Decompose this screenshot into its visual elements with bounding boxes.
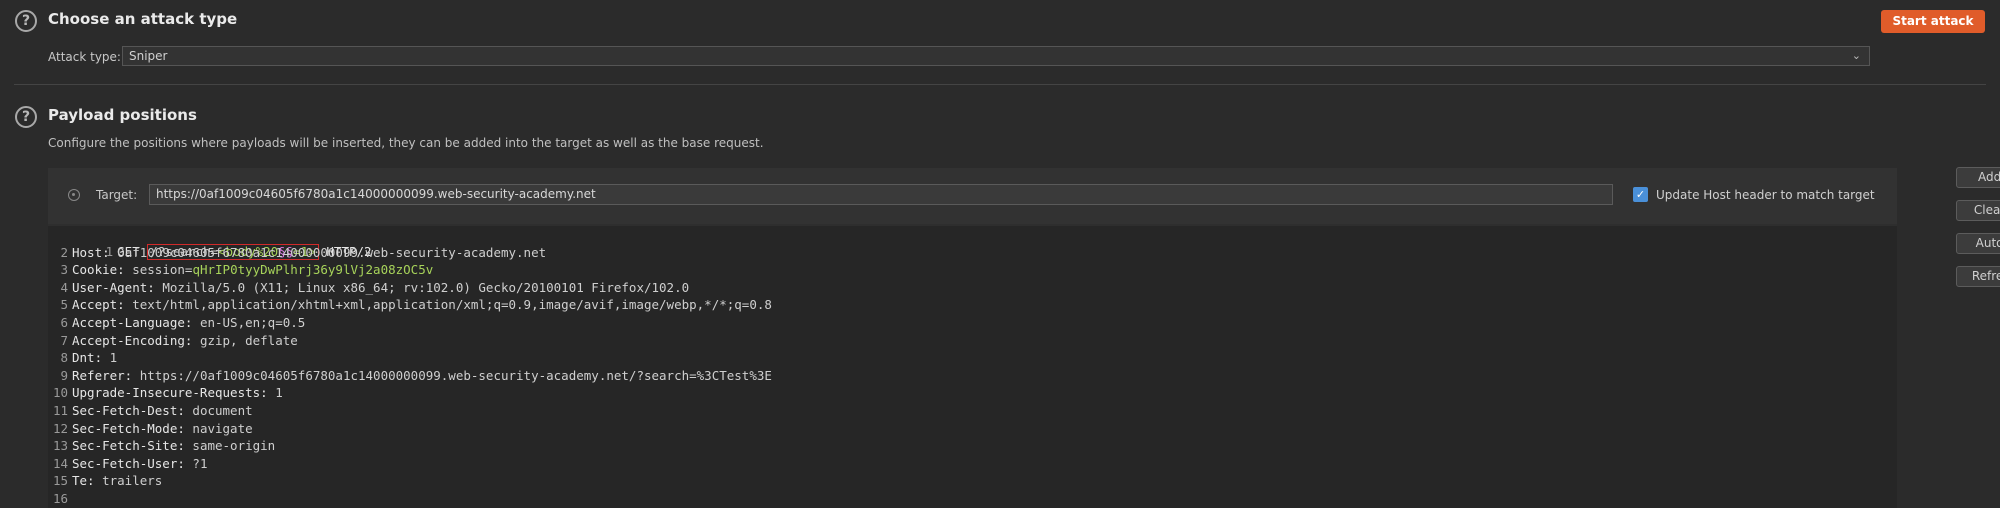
header-value: same-origin xyxy=(192,438,276,454)
header-value: 1 xyxy=(109,350,118,366)
attack-help-icon[interactable]: ? xyxy=(15,10,37,32)
line-number: 12 xyxy=(52,420,68,436)
line-number: 15 xyxy=(52,473,68,489)
header-name: Host: xyxy=(72,244,110,260)
header-value: session= xyxy=(132,262,193,278)
section-divider xyxy=(14,84,1986,85)
header-value: en-US,en;q=0.5 xyxy=(199,315,306,330)
line-number: 9 xyxy=(60,367,68,383)
request-header-line: 11 Sec-Fetch-Dest: document xyxy=(48,402,253,419)
request-header-line: 3 Cookie: session=qHrIP0tyyDwPlhrj36y9lVj… xyxy=(48,261,433,278)
header-name: Upgrade-Insecure-Requests: xyxy=(72,385,268,401)
header-name: User-Agent: xyxy=(72,279,155,295)
line-number: 3 xyxy=(60,262,68,278)
update-host-checkbox[interactable]: ✓ xyxy=(1633,187,1648,202)
request-header-line: 2 Host: 0af1009c04605f6780a1c14000000099.… xyxy=(48,244,546,261)
request-line: 1 GET /?search=<body%20§§=1> HTTP/2 xyxy=(48,226,372,260)
header-value: gzip, deflate xyxy=(199,332,298,348)
header-name: Accept: xyxy=(72,297,125,313)
chevron-down-icon: ⌄ xyxy=(1851,49,1861,62)
header-value: Mozilla/5.0 (X11; Linux x86_64; rv:102.0… xyxy=(162,279,690,295)
request-header-line: 14 Sec-Fetch-User: ?1 xyxy=(48,455,208,472)
line-number: 13 xyxy=(52,438,68,454)
positions-help-icon[interactable]: ? xyxy=(15,106,37,128)
header-value: text/html,application/xhtml+xml,applicat… xyxy=(132,297,772,313)
positions-description: Configure the positions where payloads w… xyxy=(48,136,764,150)
payload-editor: Target: https://0af1009c04605f6780a1c140… xyxy=(48,167,2000,508)
clear-markers-button[interactable]: Clear § xyxy=(1956,200,2000,221)
request-header-line: 4 User-Agent: Mozilla/5.0 (X11; Linux x86… xyxy=(48,279,689,296)
line-number: 11 xyxy=(52,403,68,418)
header-name: Sec-Fetch-Site: xyxy=(72,438,185,454)
line-number: 6 xyxy=(60,315,68,330)
target-icon xyxy=(68,189,80,201)
attack-section-title: Choose an attack type xyxy=(48,10,238,28)
request-editor[interactable]: 1 GET /?search=<body%20§§=1> HTTP/2 2 Host… xyxy=(48,226,1897,508)
request-header-line: 15 Te: trailers xyxy=(48,472,162,489)
header-name: Sec-Fetch-Mode: xyxy=(72,420,185,436)
line-number: 10 xyxy=(52,385,68,401)
header-value: 0af1009c04605f6780a1c14000000099.web-sec… xyxy=(117,244,547,260)
request-header-line: 6 Accept-Language: en-US,en;q=0.5 xyxy=(48,314,305,331)
line-number: 7 xyxy=(60,332,68,348)
request-header-line: 13 Sec-Fetch-Site: same-origin xyxy=(48,437,275,454)
request-header-line: 7 Accept-Encoding: gzip, deflate xyxy=(48,332,298,349)
positions-section-title: Payload positions xyxy=(48,106,197,124)
header-value: document xyxy=(192,403,253,418)
attack-type-value: Sniper xyxy=(129,49,168,63)
header-name: Accept-Encoding: xyxy=(72,332,193,348)
attack-type-select[interactable]: Sniper ⌄ xyxy=(122,46,1870,66)
line-number: 8 xyxy=(60,350,68,366)
header-value: ?1 xyxy=(192,455,208,471)
cookie-value: qHrIP0tyyDwPlhrj36y9lVj2a08zOC5v xyxy=(192,262,434,278)
auto-markers-button[interactable]: Auto § xyxy=(1956,233,2000,254)
header-name: Referer: xyxy=(72,367,133,383)
header-value: https://0af1009c04605f6780a1c14000000099… xyxy=(139,367,772,383)
target-input[interactable]: https://0af1009c04605f6780a1c14000000099… xyxy=(149,184,1613,205)
start-attack-button[interactable]: Start attack xyxy=(1881,10,1985,33)
header-value: navigate xyxy=(192,420,253,436)
header-value: 1 xyxy=(275,385,283,401)
header-name: Sec-Fetch-User: xyxy=(72,455,185,471)
request-header-line: 16 xyxy=(48,490,72,507)
line-number: 14 xyxy=(52,455,68,471)
header-name: Te: xyxy=(72,473,95,489)
add-marker-button[interactable]: Add § xyxy=(1956,167,2000,188)
target-bar: Target: https://0af1009c04605f6780a1c140… xyxy=(48,168,1897,224)
request-header-line: 5 Accept: text/html,application/xhtml+xml… xyxy=(48,296,772,313)
update-host-label: Update Host header to match target xyxy=(1656,188,1875,202)
line-number: 2 xyxy=(60,244,68,260)
line-number: 4 xyxy=(60,279,68,295)
line-number: 5 xyxy=(60,297,68,313)
request-header-line: 9 Referer: https://0af1009c04605f6780a1c1… xyxy=(48,367,772,384)
header-name: Accept-Language: xyxy=(72,315,193,330)
header-name: Dnt: xyxy=(72,350,103,366)
request-header-line: 8 Dnt: 1 xyxy=(48,349,117,366)
header-name: Sec-Fetch-Dest: xyxy=(72,403,185,418)
header-name: Cookie: xyxy=(72,262,125,278)
header-value: trailers xyxy=(102,473,163,489)
line-number: 16 xyxy=(52,491,68,506)
request-header-line: 10 Upgrade-Insecure-Requests: 1 xyxy=(48,384,283,401)
request-header-line: 12 Sec-Fetch-Mode: navigate xyxy=(48,420,253,437)
refresh-button[interactable]: Refresh xyxy=(1956,266,2000,287)
target-label: Target: xyxy=(96,188,138,202)
attack-type-label: Attack type: xyxy=(48,50,121,64)
